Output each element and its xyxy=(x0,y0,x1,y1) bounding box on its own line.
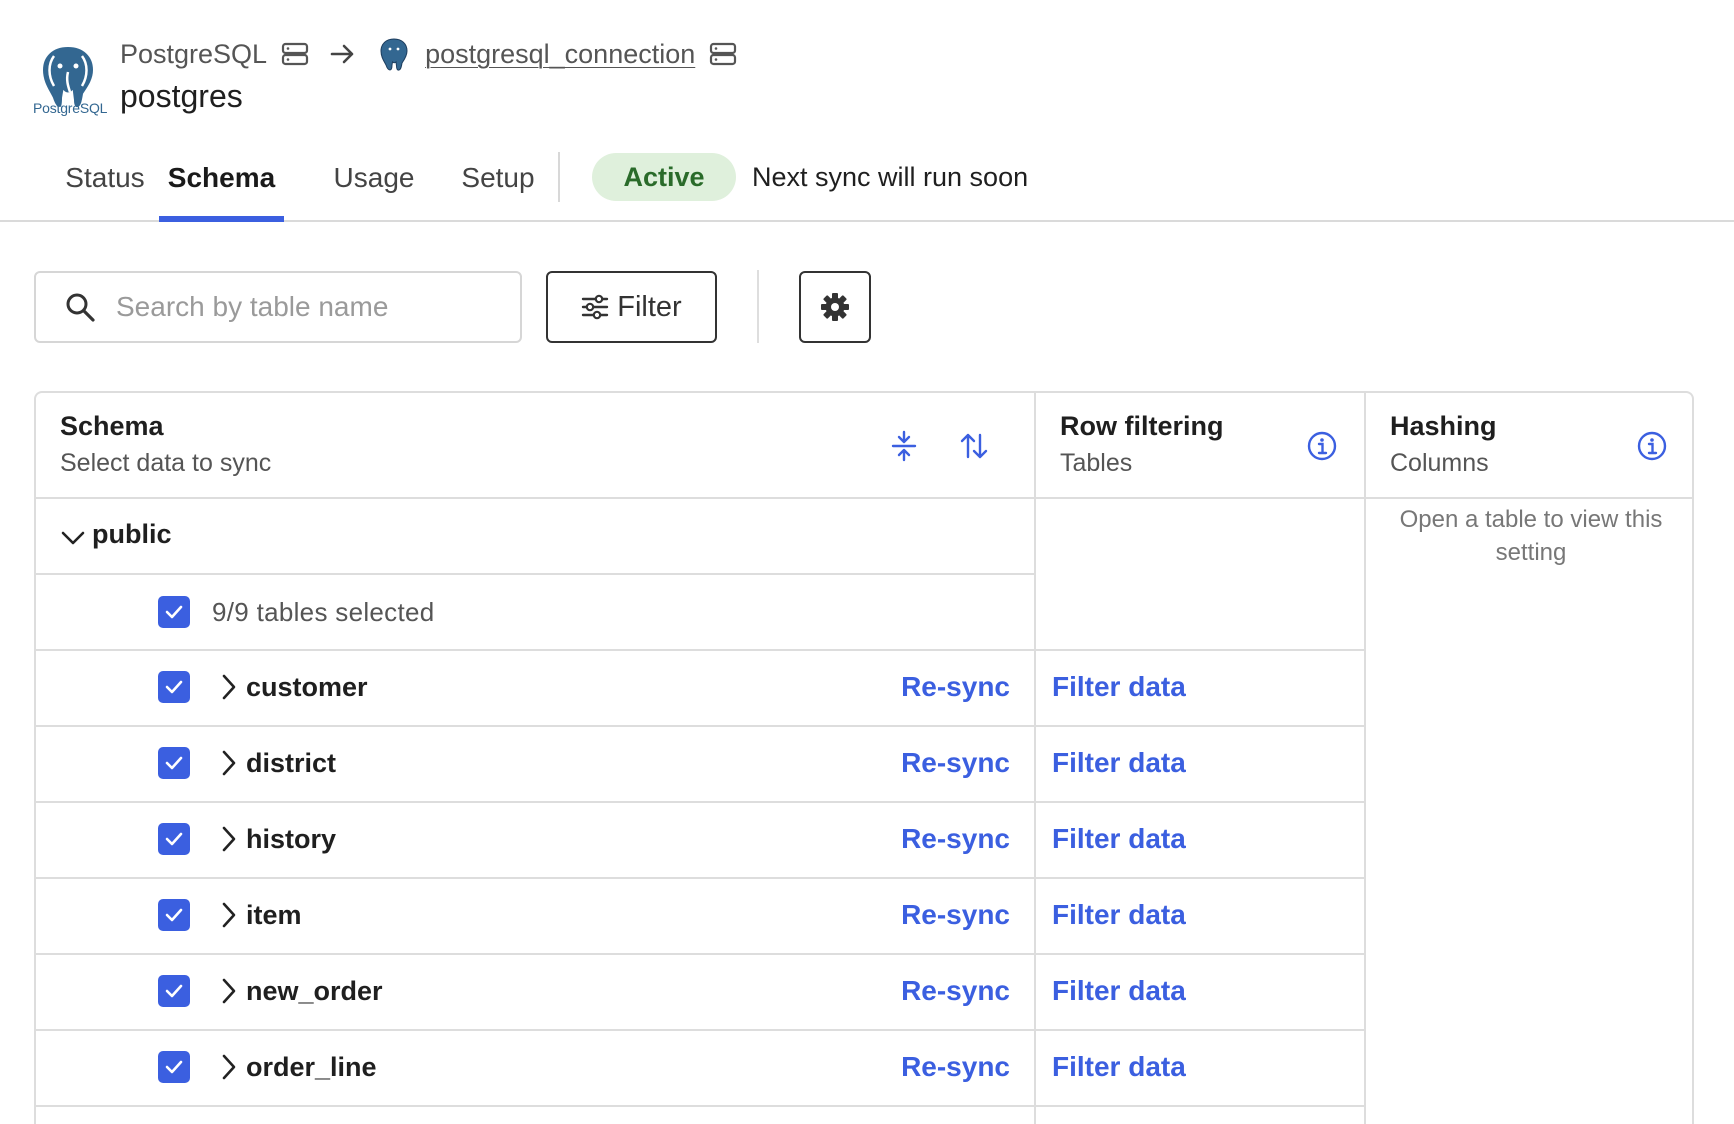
select-all-checkbox[interactable] xyxy=(158,596,190,628)
filter-data-link[interactable]: Filter data xyxy=(1052,899,1186,931)
resync-link[interactable]: Re-sync xyxy=(901,1051,1010,1083)
table-name: history xyxy=(246,824,337,854)
chevron-right-icon[interactable] xyxy=(218,1053,240,1081)
postgresql-small-icon xyxy=(377,36,411,72)
filter-data-link[interactable]: Filter data xyxy=(1052,671,1186,703)
filter-icon xyxy=(581,293,609,321)
filter-button-label: Filter xyxy=(617,290,682,323)
chevron-down-icon[interactable] xyxy=(60,525,86,551)
filter-button[interactable]: Filter xyxy=(546,271,717,343)
table-row[interactable]: new_order Re-sync xyxy=(36,955,1034,1031)
table-row[interactable]: history Re-sync xyxy=(36,803,1034,879)
table-row[interactable]: order_line Re-sync xyxy=(36,1031,1034,1107)
tab-status[interactable]: Status xyxy=(40,156,170,222)
row-filtering-column-title: Row filtering xyxy=(1060,411,1224,441)
row-filtering-cell: Filter data xyxy=(1036,803,1364,879)
connection-header: PostgreSQL PostgreSQL postgresql_connect… xyxy=(30,34,930,124)
search-box xyxy=(34,271,522,343)
hashing-column-subtitle: Columns xyxy=(1390,449,1489,477)
gear-icon xyxy=(820,292,850,322)
settings-button[interactable] xyxy=(799,271,871,343)
row-filtering-cell: Filter data xyxy=(1036,879,1364,955)
table-name: item xyxy=(246,900,302,930)
collapse-icon[interactable] xyxy=(888,430,920,462)
search-icon xyxy=(64,291,96,323)
tab-usage[interactable]: Usage xyxy=(314,156,434,222)
search-input[interactable] xyxy=(116,283,506,331)
toolbar-divider xyxy=(757,270,759,343)
connection-link[interactable]: postgresql_connection xyxy=(425,39,695,70)
table-checkbox[interactable] xyxy=(158,899,190,931)
check-icon xyxy=(165,984,183,998)
check-icon xyxy=(165,756,183,770)
database-name: postgres xyxy=(120,78,243,114)
check-icon xyxy=(165,1060,183,1074)
table-checkbox[interactable] xyxy=(158,823,190,855)
hashing-column-title: Hashing xyxy=(1390,411,1497,441)
sort-icon[interactable] xyxy=(958,430,990,462)
hashing-note: Open a table to view this setting xyxy=(1399,506,1663,566)
table-name: customer xyxy=(246,672,368,702)
chevron-right-icon[interactable] xyxy=(218,749,240,777)
row-filtering-empty-cell xyxy=(1036,499,1364,651)
selection-summary-text: 9/9 tables selected xyxy=(212,597,435,627)
tabs-divider xyxy=(558,152,560,202)
resync-link[interactable]: Re-sync xyxy=(901,975,1010,1007)
chevron-right-icon[interactable] xyxy=(218,825,240,853)
source-label: PostgreSQL xyxy=(120,38,268,69)
chevron-right-icon[interactable] xyxy=(218,673,240,701)
table-name: new_order xyxy=(246,976,383,1006)
page: PostgreSQL PostgreSQL postgresql_connect… xyxy=(0,0,1734,1124)
filter-data-link[interactable]: Filter data xyxy=(1052,747,1186,779)
check-icon xyxy=(165,908,183,922)
sync-status-text: Next sync will run soon xyxy=(752,162,1029,192)
filter-data-link[interactable]: Filter data xyxy=(1052,975,1186,1007)
row-filtering-cell: Filter data xyxy=(1036,651,1364,727)
postgresql-logo-text: PostgreSQL xyxy=(33,100,108,116)
tab-schema[interactable]: Schema xyxy=(159,156,284,222)
info-icon[interactable] xyxy=(1636,430,1668,462)
table-row[interactable]: customer Re-sync xyxy=(36,651,1034,727)
resync-link[interactable]: Re-sync xyxy=(901,671,1010,703)
row-filtering-cell: Filter data xyxy=(1036,955,1364,1031)
filter-data-link[interactable]: Filter data xyxy=(1052,1051,1186,1083)
selection-summary-row: 9/9 tables selected xyxy=(36,575,1034,651)
row-filtering-cell: Filter data xyxy=(1036,1031,1364,1107)
schema-column-title: Schema xyxy=(60,411,164,441)
arrow-right-icon xyxy=(329,42,357,66)
schema-column-subtitle: Select data to sync xyxy=(60,449,272,477)
schema-group-name: public xyxy=(92,519,172,549)
resync-link[interactable]: Re-sync xyxy=(901,747,1010,779)
check-icon xyxy=(165,605,183,619)
table-row[interactable]: district Re-sync xyxy=(36,727,1034,803)
info-icon[interactable] xyxy=(1306,430,1338,462)
server-icon xyxy=(281,42,309,66)
server-icon xyxy=(709,42,737,66)
schema-table: Schema Select data to sync Row filtering… xyxy=(34,391,1694,1124)
table-checkbox[interactable] xyxy=(158,747,190,779)
status-badge: Active xyxy=(592,153,736,201)
check-icon xyxy=(165,680,183,694)
tab-bar: Status Schema Usage Setup Active Next sy… xyxy=(0,140,1734,222)
table-name: order_line xyxy=(246,1052,377,1082)
table-checkbox[interactable] xyxy=(158,671,190,703)
resync-link[interactable]: Re-sync xyxy=(901,823,1010,855)
row-filtering-column-subtitle: Tables xyxy=(1060,449,1133,477)
table-row[interactable]: item Re-sync xyxy=(36,879,1034,955)
breadcrumb: PostgreSQL postgresql_connection xyxy=(120,34,737,74)
resync-link[interactable]: Re-sync xyxy=(901,899,1010,931)
table-checkbox[interactable] xyxy=(158,1051,190,1083)
row-filtering-column-header: Row filtering Tables xyxy=(1036,393,1364,499)
chevron-right-icon[interactable] xyxy=(218,901,240,929)
chevron-right-icon[interactable] xyxy=(218,977,240,1005)
schema-group-row[interactable]: public xyxy=(36,499,1034,575)
table-checkbox[interactable] xyxy=(158,975,190,1007)
tab-setup[interactable]: Setup xyxy=(438,156,558,222)
row-filtering-cell: Filter data xyxy=(1036,727,1364,803)
hashing-column-header: Hashing Columns xyxy=(1366,393,1694,499)
schema-column-header: Schema Select data to sync xyxy=(36,393,1034,499)
check-icon xyxy=(165,832,183,846)
table-name: district xyxy=(246,748,337,778)
filter-data-link[interactable]: Filter data xyxy=(1052,823,1186,855)
